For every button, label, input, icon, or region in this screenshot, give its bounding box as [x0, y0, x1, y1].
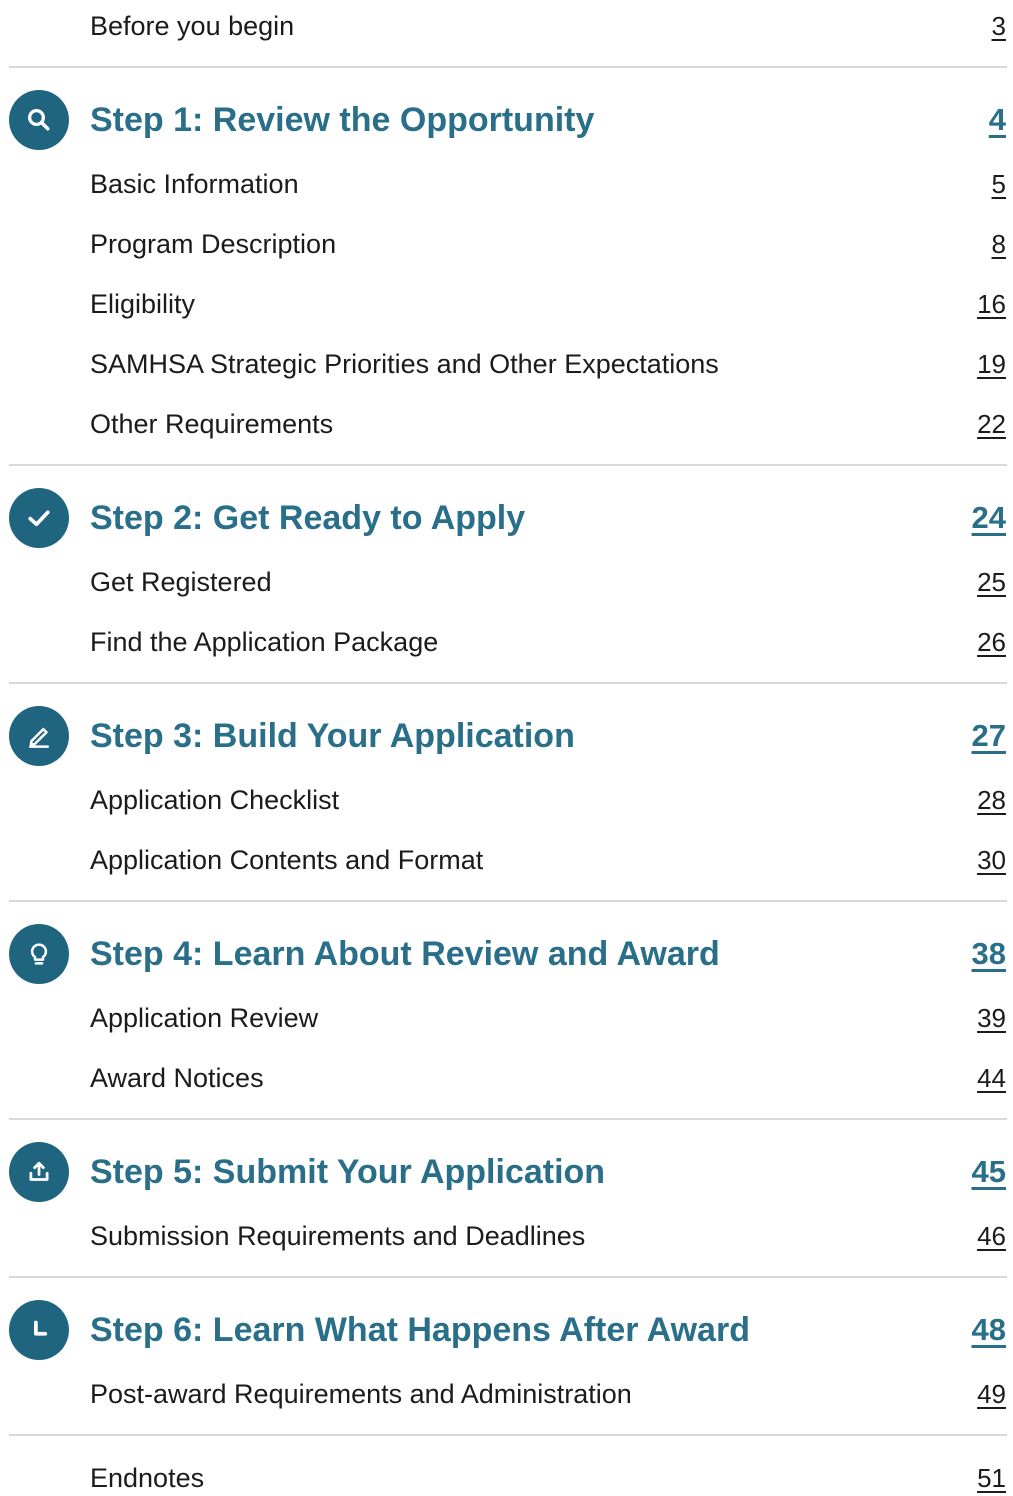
toc-page-link[interactable]: 28 [977, 782, 1006, 818]
toc-page-link[interactable]: 25 [977, 564, 1006, 600]
step-heading: Step 3: Build Your Application [90, 717, 575, 755]
toc-entry-label: Application Review [90, 1003, 319, 1033]
toc-page-link[interactable]: 48 [972, 1308, 1006, 1352]
toc-page-link[interactable]: 24 [972, 496, 1006, 540]
toc-entry-label: Endnotes [90, 1463, 205, 1493]
step-heading: Step 5: Submit Your Application [90, 1153, 606, 1191]
toc-page-link[interactable]: 16 [977, 286, 1006, 322]
step-heading: Step 2: Get Ready to Apply [90, 499, 526, 537]
step-heading: Step 1: Review the Opportunity [90, 101, 595, 139]
upload-icon [9, 1142, 69, 1202]
toc-page-link[interactable]: 22 [977, 406, 1006, 442]
divider [9, 1276, 1007, 1278]
toc-page-link[interactable]: 45 [972, 1150, 1006, 1194]
lightbulb-icon [9, 924, 69, 984]
toc-page-link[interactable]: 8 [992, 226, 1006, 262]
step-heading: Step 6: Learn What Happens After Award [90, 1311, 750, 1349]
toc-entry-label: Find the Application Package [90, 627, 439, 657]
toc-page-link[interactable]: 39 [977, 1000, 1006, 1036]
toc-page-link[interactable]: 19 [977, 346, 1006, 382]
toc-page-link[interactable]: 51 [977, 1460, 1006, 1496]
toc-entry-label: Before you begin [90, 11, 295, 41]
toc-entry-label: Application Checklist [90, 785, 340, 815]
search-icon [9, 90, 69, 150]
toc-entry-label: SAMHSA Strategic Priorities and Other Ex… [90, 349, 719, 379]
divider [9, 464, 1007, 466]
toc-entry-label: Submission Requirements and Deadlines [90, 1221, 586, 1251]
toc-page-link[interactable]: 26 [977, 624, 1006, 660]
divider [9, 900, 1007, 902]
divider [9, 1118, 1007, 1120]
toc-entry-label: Program Description [90, 229, 337, 259]
checkmark-icon [9, 488, 69, 548]
toc-page-link[interactable]: 30 [977, 842, 1006, 878]
toc-entry-label: Eligibility [90, 289, 196, 319]
toc-entry-label: Award Notices [90, 1063, 264, 1093]
toc-entry-label: Post-award Requirements and Administrati… [90, 1379, 632, 1409]
toc-entry-label: Other Requirements [90, 409, 334, 439]
toc-page-link[interactable]: 44 [977, 1060, 1006, 1096]
toc-page-link[interactable]: 3 [992, 8, 1006, 44]
toc-entry-label: Get Registered [90, 567, 272, 597]
toc-page-link[interactable]: 46 [977, 1218, 1006, 1254]
pencil-icon [9, 706, 69, 766]
divider [9, 1434, 1007, 1436]
divider [9, 682, 1007, 684]
toc-page-link[interactable]: 4 [989, 98, 1006, 142]
clock-icon [9, 1300, 69, 1360]
toc-entry-label: Application Contents and Format [90, 845, 484, 875]
divider [9, 66, 1007, 68]
step-heading: Step 4: Learn About Review and Award [90, 935, 720, 973]
toc-page-link[interactable]: 5 [992, 166, 1006, 202]
toc-entry-label: Basic Information [90, 169, 299, 199]
toc-page-link[interactable]: 49 [977, 1376, 1006, 1412]
toc-page-link[interactable]: 38 [972, 932, 1006, 976]
toc-page-link[interactable]: 27 [972, 714, 1006, 758]
